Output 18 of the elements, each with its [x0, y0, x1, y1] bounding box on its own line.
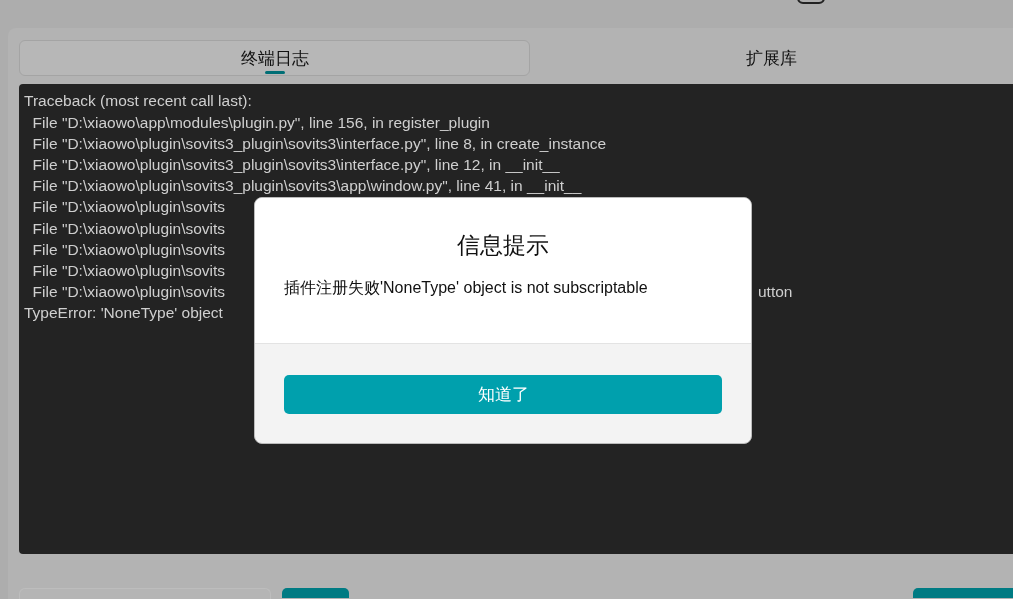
log-line: File "D:\xiaowo\plugin\sovits: [31, 283, 226, 301]
log-line: File "D:\xiaowo\plugin\sovits: [31, 240, 226, 258]
log-line: utton: [758, 282, 793, 303]
log-line: File "D:\xiaowo\plugin\sovits: [31, 198, 226, 216]
log-line: File "D:\xiaowo\plugin\sovits: [31, 219, 226, 237]
log-line: File "D:\xiaowo\plugin\sovits3_plugin\sovits3\interface.py", line 8, in create_instance: [31, 134, 607, 152]
dialog-title: 信息提示: [456, 231, 550, 260]
tab[interactable]: 扩展库: [530, 40, 1013, 77]
log-line: File "D:\xiaowo\plugin\sovits: [31, 261, 226, 279]
log-line: File "D:\xiaowo\app\modules\plugin.py", line 156, in register_plugin: [31, 113, 490, 131]
log-line: Traceback (most recent call last):: [24, 92, 252, 110]
dialog-message: 插件注册失败'NoneType' object is not subscriptable: [284, 278, 649, 298]
action-button[interactable]: [913, 588, 1013, 598]
action-button[interactable]: [282, 588, 349, 598]
log-line: File "D:\xiaowo\plugin\sovits3_plugin\sovits3\interface.py", line 12, in __init__: [31, 156, 560, 173]
log-line: File "D:\xiaowo\plugin\sovits3_plugin\sovits3\app\window.py", line 41, in __init__: [31, 177, 582, 195]
log-line: TypeError: 'NoneType' object: [24, 304, 223, 322]
tab[interactable]: 终端日志: [19, 40, 530, 77]
